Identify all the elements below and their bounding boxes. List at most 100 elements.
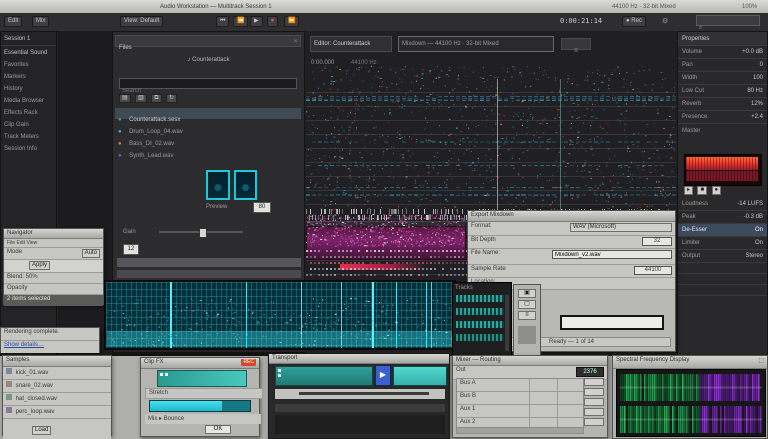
sample-row[interactable]: kick_01.wav	[3, 367, 111, 380]
bit-depth-value-box[interactable]: 32	[642, 237, 672, 246]
region-handle[interactable]	[278, 369, 281, 372]
apply-button[interactable]: Apply	[29, 261, 50, 270]
clipfx-titlebar[interactable]: Clip FX REC	[141, 358, 259, 369]
file-badge-icon[interactable]: ▶	[375, 365, 391, 386]
property-row[interactable]: Width 100	[678, 72, 767, 85]
routing-row[interactable]: Bus A	[457, 379, 583, 392]
sample-row[interactable]: perc_loop.wav	[3, 406, 111, 419]
property-row[interactable]: Reverb 12%	[678, 98, 767, 111]
navigator-window[interactable]: Navigator File Edit View Mode Auto Apply…	[3, 228, 104, 305]
transport-prev-button[interactable]: ⏮	[216, 16, 229, 27]
wave-stop-button[interactable]: ■	[697, 186, 707, 195]
close-icon[interactable]: ✕	[293, 38, 298, 46]
editor-tab-1[interactable]: Editor: Counterattack	[310, 36, 392, 52]
sidebar-item-media-browser[interactable]: Media Browser	[1, 94, 56, 106]
player-scrub-row[interactable]	[275, 389, 445, 399]
notification-strip-window[interactable]: Rendering complete. Show details…	[0, 327, 100, 353]
grid-cursor-line[interactable]	[170, 282, 172, 348]
routing-titlebar[interactable]: Mixer — Routing	[453, 356, 607, 366]
mode-dropdown[interactable]: Auto	[82, 249, 100, 258]
clipfx-teal-block[interactable]	[157, 370, 247, 387]
master-waveform[interactable]	[684, 154, 762, 186]
clip-handle[interactable]	[165, 373, 168, 376]
routing-row[interactable]: Bus B	[457, 392, 583, 405]
export-dialog-titlebar[interactable]: Export Mixdown	[468, 211, 675, 222]
samples-titlebar[interactable]: Samples	[3, 356, 111, 367]
mini-track-strip[interactable]	[456, 295, 504, 302]
preview-monitor-a[interactable]	[206, 170, 230, 200]
wave-record-button[interactable]: ●	[712, 186, 722, 195]
sidebar-item-session-info[interactable]: Session Info	[1, 142, 56, 154]
zoom-level[interactable]: 100%	[742, 3, 757, 11]
samples-window[interactable]: Samples kick_01.wav snare_02.wav hat_clo…	[2, 355, 112, 436]
load-button[interactable]: Load	[32, 426, 51, 435]
file-row[interactable]: ● Bass_DI_02.wav	[115, 132, 301, 143]
selection-marker-strip[interactable]	[340, 264, 426, 270]
midi-clip-band[interactable]	[306, 226, 466, 260]
sample-rate-value-box[interactable]: 44100	[634, 266, 672, 275]
transport-ffwd-button[interactable]: ⏩	[284, 16, 299, 27]
region-handle[interactable]	[278, 374, 281, 377]
property-row[interactable]: Pan 0	[678, 59, 767, 72]
navigator-menu[interactable]: File Edit View	[4, 239, 103, 248]
files-duplicate-button[interactable]: ⧉	[151, 94, 161, 103]
file-row[interactable]: ● Counterattack.sesx	[115, 108, 301, 119]
meter-toggle-button[interactable]: ≡	[561, 38, 591, 50]
expand-icon[interactable]: ⬚	[758, 357, 764, 364]
routing-tool-button[interactable]	[584, 418, 604, 426]
property-row[interactable]: Loudness -14 LUFS	[678, 198, 767, 211]
gain-value-box[interactable]: 12	[123, 244, 139, 255]
files-view-grid-button[interactable]: ▥	[135, 94, 147, 103]
navigator-blend-row[interactable]: Blend: 50%	[4, 273, 103, 284]
ok-button[interactable]: OK	[205, 425, 231, 434]
navigator-titlebar[interactable]: Navigator	[4, 229, 103, 239]
titlebar[interactable]: Audio Workstation — Multitrack Session 1…	[0, 0, 768, 14]
toolbar-mix-button[interactable]: Mix	[32, 16, 49, 27]
transport-rew-button[interactable]: ⏪	[233, 16, 248, 27]
player-window[interactable]: Transport ▶	[268, 353, 450, 439]
routing-row[interactable]: Aux 1	[457, 405, 583, 418]
wave-play-button[interactable]: ▸	[684, 186, 693, 195]
sidebar-item-favorites[interactable]: Favorites	[1, 58, 56, 70]
mini-track-strip[interactable]	[456, 308, 504, 315]
spectrum-grid-display[interactable]	[104, 280, 456, 350]
routing-tool-button[interactable]	[584, 388, 604, 396]
editor-tab-2[interactable]: Mixdown — 44100 Hz · 32-bit Mixed	[398, 36, 554, 52]
files-view-list-button[interactable]: ▤	[119, 94, 131, 103]
player-region-b[interactable]	[393, 366, 447, 386]
tool-marquee-button[interactable]: ▢	[518, 300, 536, 309]
workspace-view-button[interactable]: View: Default	[120, 16, 163, 27]
gain-slider-handle[interactable]	[199, 228, 207, 238]
files-refresh-button[interactable]: ↻	[166, 94, 177, 103]
property-row[interactable]: Low Cut 80 Hz	[678, 85, 767, 98]
clipfx-window[interactable]: Clip FX REC Stretch Mix ▸ Bounce OK	[140, 357, 260, 437]
toolbar-search-box[interactable]: ⌕	[696, 15, 760, 26]
files-search-box[interactable]	[119, 78, 297, 89]
player-region-a[interactable]	[275, 366, 373, 386]
transport-play-button[interactable]: ▶	[250, 16, 263, 27]
sidebar-item-track-meters[interactable]: Track Meters	[1, 130, 56, 142]
scrub-track[interactable]	[299, 392, 429, 395]
routing-tool-button[interactable]	[584, 398, 604, 406]
bounce-row[interactable]: Mix ▸ Bounce	[145, 414, 261, 424]
monitor-value-box[interactable]: 80	[253, 202, 271, 213]
property-row[interactable]: Output Stereo	[678, 250, 767, 263]
sidebar-item-essential-sound[interactable]: Essential Sound	[1, 46, 56, 58]
property-row[interactable]: Limiter On	[678, 237, 767, 250]
mini-scrollbar[interactable]	[505, 295, 509, 351]
format-dropdown[interactable]: WAV (Microsoft)	[570, 223, 672, 232]
file-row[interactable]: ● Drum_Loop_04.wav	[115, 120, 301, 131]
spectral-canvas[interactable]	[620, 373, 762, 433]
routing-scrollbar[interactable]	[456, 427, 584, 434]
routing-tool-button[interactable]	[584, 408, 604, 416]
sample-row[interactable]: hat_closed.wav	[3, 393, 111, 406]
routing-tool-button[interactable]	[584, 378, 604, 386]
file-row[interactable]: ● Synth_Lead.wav	[115, 144, 301, 155]
grid-cursor-line[interactable]	[372, 282, 374, 348]
toolbar-edit-button[interactable]: Edit	[4, 16, 22, 27]
clip-handle[interactable]	[160, 373, 163, 376]
sidebar-item-clip-gain[interactable]: Clip Gain	[1, 118, 56, 130]
property-row[interactable]: Presence +2.4	[678, 111, 767, 124]
spectral-window[interactable]: Spectral Frequency Display ⬚	[612, 355, 768, 439]
transport-record-button[interactable]: ⏺	[267, 16, 278, 27]
